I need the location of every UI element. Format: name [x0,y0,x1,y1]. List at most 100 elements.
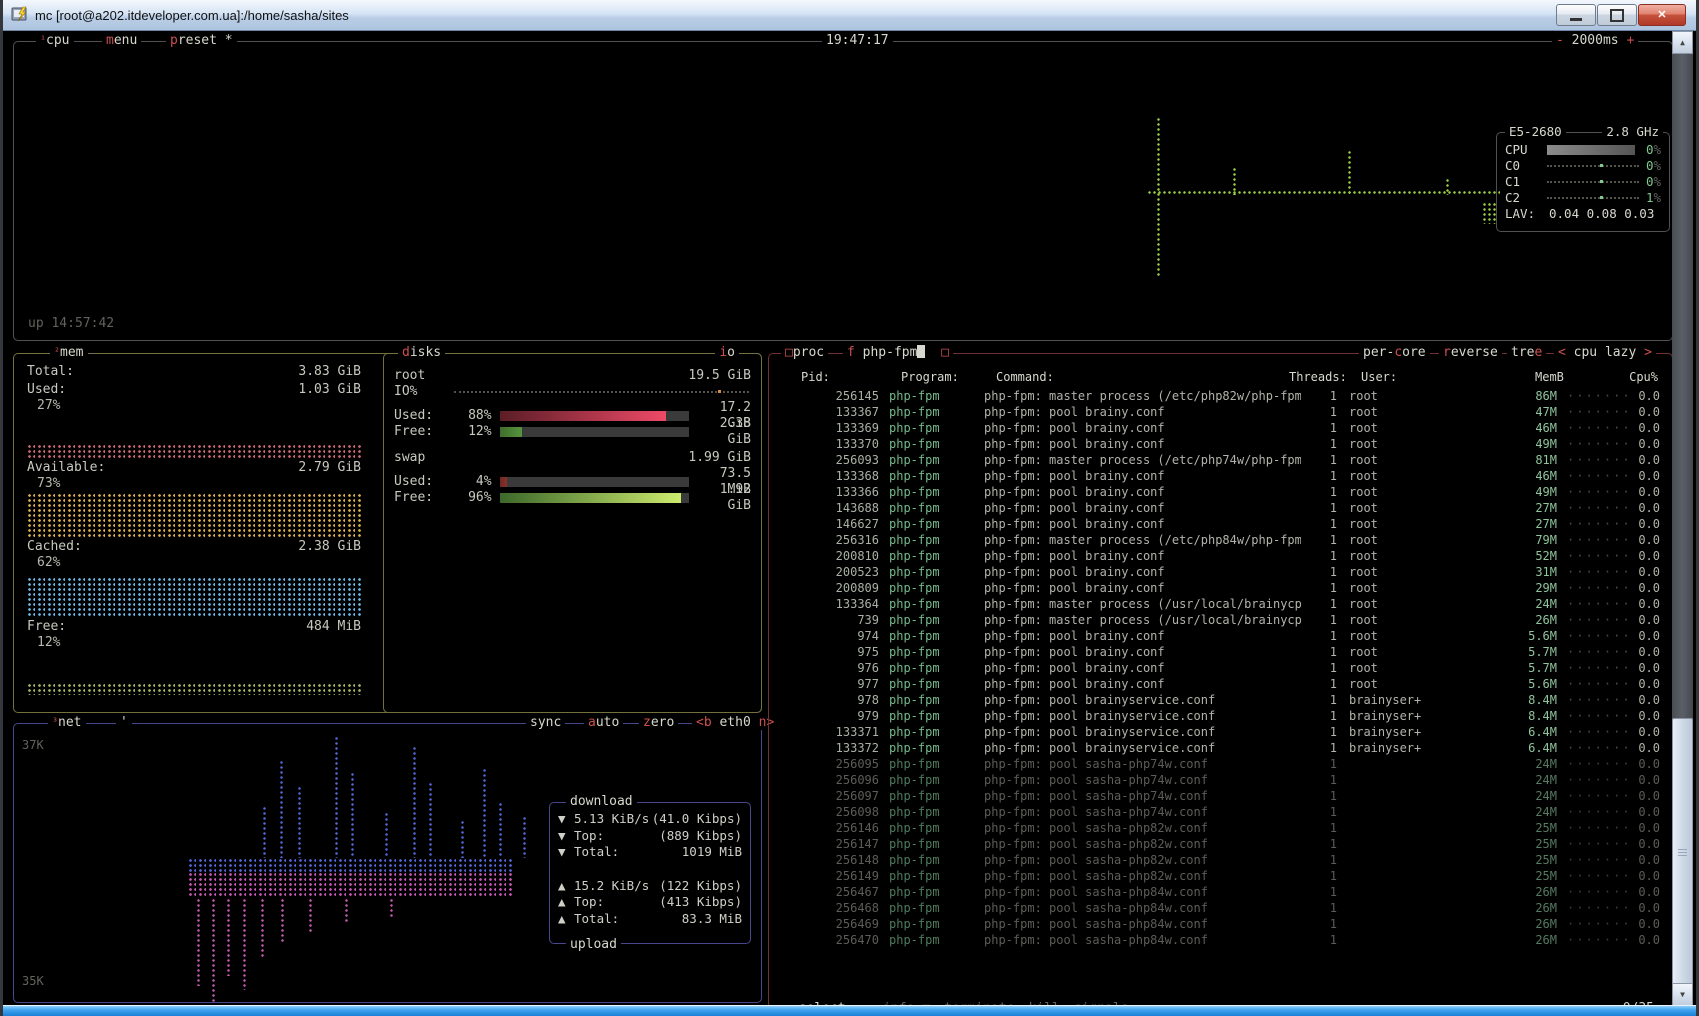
disk-total: 19.5 GiB [688,368,751,384]
mem-stat-label: Total: [27,364,74,380]
process-row[interactable]: 256467php-fpmphp-fpm: pool sasha-php84w.… [781,884,1660,900]
process-mem: 24M [1457,804,1557,820]
process-row[interactable]: 200809php-fpmphp-fpm: pool brainy.conf1r… [781,580,1660,596]
network-panel-title[interactable]: ³net [48,715,86,730]
process-thr: 1 [1301,484,1337,500]
process-row[interactable]: 256468php-fpmphp-fpm: pool sasha-php84w.… [781,900,1660,916]
reverse-toggle[interactable]: reverse [1439,345,1502,360]
filter-input[interactable]: php-fpm [863,345,918,360]
memory-panel-title[interactable]: ²mem [50,345,88,360]
process-row[interactable]: 977php-fpmphp-fpm: pool brainy.conf1root… [781,676,1660,692]
process-row[interactable]: 975php-fpmphp-fpm: pool brainy.conf1root… [781,644,1660,660]
update-interval-control[interactable]: - 2000ms + [1552,33,1638,48]
process-row[interactable]: 133369php-fpmphp-fpm: pool brainy.conf1r… [781,420,1660,436]
net-sync-toggle[interactable]: sync [526,715,565,730]
process-cmd: php-fpm: pool sasha-php74w.conf [971,788,1301,804]
process-row[interactable]: 256469php-fpmphp-fpm: pool sasha-php84w.… [781,916,1660,932]
net-zero-toggle[interactable]: zero [639,715,678,730]
filter-key[interactable]: f [847,345,855,360]
process-row[interactable]: 256470php-fpmphp-fpm: pool sasha-php84w.… [781,932,1660,948]
process-row[interactable]: 256149php-fpmphp-fpm: pool sasha-php82w.… [781,868,1660,884]
process-thr: 1 [1301,868,1337,884]
process-cpu: 0.0 [1617,900,1660,916]
process-dots: ······· [1557,388,1617,404]
net-device-switch[interactable]: <b eth0 n> [692,715,778,730]
process-row[interactable]: 133370php-fpmphp-fpm: pool brainy.conf1r… [781,436,1660,452]
scrollbar-up-button[interactable]: ▲ [1672,31,1693,54]
process-row[interactable]: 256147php-fpmphp-fpm: pool sasha-php82w.… [781,836,1660,852]
process-cpu: 0.0 [1617,820,1660,836]
process-prog: php-fpm [879,756,971,772]
process-row[interactable]: 133372php-fpmphp-fpm: pool brainyservice… [781,740,1660,756]
process-row[interactable]: 200810php-fpmphp-fpm: pool brainy.conf1r… [781,548,1660,564]
process-row[interactable]: 256316php-fpmphp-fpm: master process (/e… [781,532,1660,548]
process-user: root [1337,436,1457,452]
process-row[interactable]: 133367php-fpmphp-fpm: pool brainy.conf1r… [781,404,1660,420]
process-row[interactable]: 256145php-fpmphp-fpm: master process (/e… [781,388,1660,404]
filter-clear-button[interactable]: □ [941,345,949,360]
process-row[interactable]: 979php-fpmphp-fpm: pool brainyservice.co… [781,708,1660,724]
process-mem: 5.7M [1457,660,1557,676]
net-auto-toggle[interactable]: auto [584,715,623,730]
process-row[interactable]: 256096php-fpmphp-fpm: pool sasha-php74w.… [781,772,1660,788]
mem-stat-graph [27,493,361,537]
tree-toggle[interactable]: tree [1507,345,1546,360]
disks-panel-title[interactable]: disks [398,345,445,360]
process-mem: 8.4M [1457,708,1557,724]
sort-control[interactable]: < cpu lazy > [1554,345,1656,360]
process-row[interactable]: 974php-fpmphp-fpm: pool brainy.conf1root… [781,628,1660,644]
process-row[interactable]: 256148php-fpmphp-fpm: pool sasha-php82w.… [781,852,1660,868]
process-row[interactable]: 976php-fpmphp-fpm: pool brainy.conf1root… [781,660,1660,676]
interval-decrease-button[interactable]: - [1556,33,1564,48]
process-prog: php-fpm [879,772,971,788]
process-row[interactable]: 146627php-fpmphp-fpm: pool brainy.conf1r… [781,516,1660,532]
process-cmd: php-fpm: pool sasha-php84w.conf [971,884,1301,900]
menu-button[interactable]: menu [102,33,141,48]
process-mem: 26M [1457,932,1557,948]
per-core-toggle[interactable]: per-core [1359,345,1430,360]
close-button[interactable]: ✕ [1638,4,1686,26]
sort-prev-button[interactable]: < [1558,345,1566,360]
process-mem: 47M [1457,404,1557,420]
process-panel-title[interactable]: □proc [781,345,828,360]
sort-next-button[interactable]: > [1644,345,1652,360]
process-dots: ······· [1557,452,1617,468]
minimize-icon [1570,18,1582,21]
process-row[interactable]: 256146php-fpmphp-fpm: pool sasha-php82w.… [781,820,1660,836]
process-row[interactable]: 133366php-fpmphp-fpm: pool brainy.conf1r… [781,484,1660,500]
process-row[interactable]: 739php-fpmphp-fpm: master process (/usr/… [781,612,1660,628]
process-row[interactable]: 256097php-fpmphp-fpm: pool sasha-php74w.… [781,788,1660,804]
scrollbar-down-button[interactable]: ▼ [1672,983,1693,1006]
mem-stat-label: Used: [27,382,66,398]
disks-io-toggle[interactable]: io [715,345,739,360]
process-row[interactable]: 200523php-fpmphp-fpm: pool brainy.conf1r… [781,564,1660,580]
process-cmd: php-fpm: pool brainy.conf [971,468,1301,484]
process-row[interactable]: 978php-fpmphp-fpm: pool brainyservice.co… [781,692,1660,708]
process-pid: 133370 [781,436,879,452]
process-row[interactable]: 143688php-fpmphp-fpm: pool brainy.conf1r… [781,500,1660,516]
terminal-scrollbar[interactable]: ▲ ▼ [1672,31,1693,1006]
cpu-panel-title[interactable]: ¹cpu [36,33,74,48]
cpu-model: E5-2680 [1509,124,1562,139]
process-user [1337,836,1457,852]
scrollbar-thumb[interactable] [1672,718,1693,987]
process-prog: php-fpm [879,388,971,404]
process-row[interactable]: 256095php-fpmphp-fpm: pool sasha-php74w.… [781,756,1660,772]
process-search[interactable]: f php-fpm □ [843,345,953,360]
process-row[interactable]: 133364php-fpmphp-fpm: master process (/u… [781,596,1660,612]
maximize-button[interactable] [1597,4,1637,26]
process-thr: 1 [1301,820,1337,836]
process-row[interactable]: 133371php-fpmphp-fpm: pool brainyservice… [781,724,1660,740]
upload-graph [184,872,524,988]
process-pid: 133371 [781,724,879,740]
process-prog: php-fpm [879,692,971,708]
process-row[interactable]: 256093php-fpmphp-fpm: master process (/e… [781,452,1660,468]
process-row[interactable]: 133368php-fpmphp-fpm: pool brainy.conf1r… [781,468,1660,484]
net-prev-device-button[interactable]: <b [696,715,712,730]
process-row[interactable]: 256098php-fpmphp-fpm: pool sasha-php74w.… [781,804,1660,820]
minimize-button[interactable] [1556,4,1596,26]
process-cpu: 0.0 [1617,916,1660,932]
interval-increase-button[interactable]: + [1626,33,1634,48]
process-thr: 1 [1301,612,1337,628]
preset-button[interactable]: preset * [166,33,237,48]
